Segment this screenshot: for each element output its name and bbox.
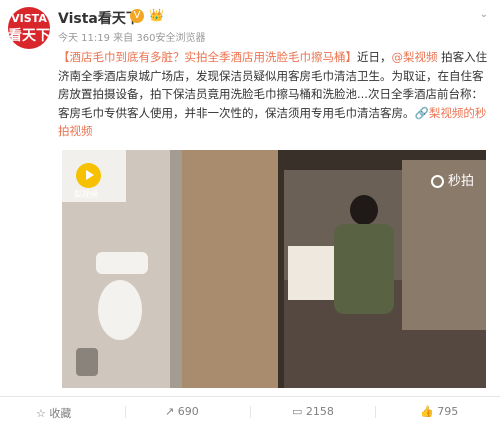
divider xyxy=(125,406,126,418)
divider xyxy=(375,406,376,418)
avatar-line2: 看天下 xyxy=(8,28,50,44)
mention-link[interactable]: @梨视频 xyxy=(392,50,438,64)
member-icon: 👑 xyxy=(149,8,164,22)
share-count: 690 xyxy=(177,405,199,418)
video-player[interactable]: 梨视频 秒拍 xyxy=(62,150,486,388)
topic-link[interactable]: 【酒店毛巾到底有多脏？实拍全季酒店用洗脸毛巾擦马桶】 xyxy=(58,50,357,64)
thumbs-up-icon: 👍 xyxy=(420,405,434,418)
author-name[interactable]: Vista看天下 xyxy=(58,8,140,28)
action-bar: ☆ 收藏 ↗ 690 ▭ 2158 👍 795 xyxy=(0,396,500,426)
share-icon: ↗ xyxy=(165,405,175,418)
video-logo-text: 梨视频 xyxy=(74,190,98,199)
like-count: 795 xyxy=(437,405,459,418)
post-text-part1: 近日， xyxy=(357,50,392,64)
like-button[interactable]: 👍 795 xyxy=(420,405,458,418)
comment-icon: ▭ xyxy=(292,405,303,418)
miaopai-text: 秒拍 xyxy=(447,174,474,189)
share-button[interactable]: ↗ 690 xyxy=(165,405,199,418)
collect-label: 收藏 xyxy=(49,407,72,420)
star-icon: ☆ xyxy=(36,407,46,420)
video-frame xyxy=(62,150,486,388)
chevron-down-icon[interactable]: ⌄ xyxy=(480,9,488,20)
verified-icon: V xyxy=(130,9,144,23)
avatar[interactable]: VISTA 看天下 xyxy=(8,7,50,49)
collect-button[interactable]: ☆ 收藏 xyxy=(36,405,71,421)
pear-video-logo-icon xyxy=(76,163,101,188)
comment-count: 2158 xyxy=(305,405,334,418)
post-meta: 今天 11:19 来自 360安全浏览器 xyxy=(58,33,206,44)
comment-button[interactable]: ▭ 2158 xyxy=(292,405,334,418)
avatar-line1: VISTA xyxy=(11,12,47,25)
divider xyxy=(250,406,251,418)
miaopai-watermark: 秒拍 xyxy=(430,170,474,189)
post-text: 【酒店毛巾到底有多脏？实拍全季酒店用洗脸毛巾擦马桶】近日，@梨视频 拍客入住济南… xyxy=(58,48,490,141)
miaopai-icon xyxy=(430,175,444,188)
